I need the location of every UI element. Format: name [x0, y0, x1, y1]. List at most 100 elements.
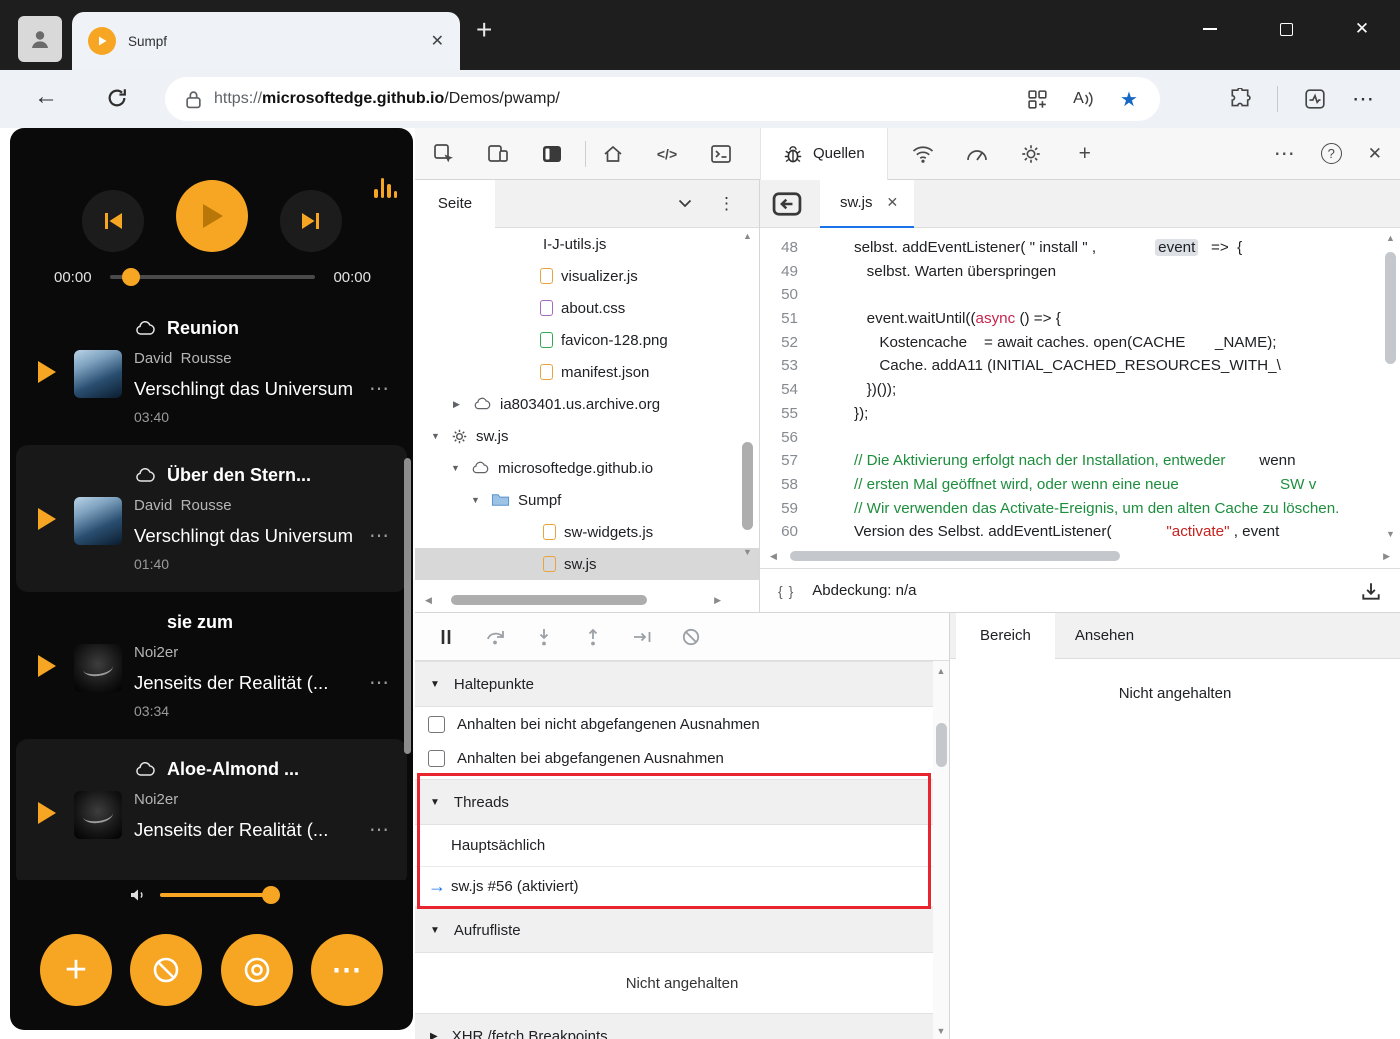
checkbox[interactable] [428, 715, 445, 733]
tree-vertical-scrollbar[interactable]: ▲ ▼ [740, 230, 755, 586]
tool-console-button[interactable] [706, 137, 736, 171]
tab-sources[interactable]: Quellen [760, 127, 888, 180]
tree-expand-icon[interactable]: ▼ [471, 495, 483, 505]
add-songs-button[interactable]: + [40, 934, 112, 1006]
scroll-down-icon[interactable]: ▼ [1386, 528, 1395, 540]
more-vert-icon[interactable]: ⋮ [692, 194, 759, 214]
line-number[interactable]: 54 [760, 378, 818, 402]
customize-devtools-button[interactable]: ⋯ [1274, 141, 1295, 166]
scroll-down-icon[interactable]: ▼ [937, 1025, 946, 1037]
url-text[interactable]: https://microsoftedge.github.io/Demos/pw… [214, 90, 1008, 108]
activity-bar-button[interactable] [537, 137, 567, 171]
line-number[interactable]: 52 [760, 331, 818, 355]
scroll-up-icon[interactable]: ▲ [937, 665, 946, 677]
tool-elements-button[interactable]: </> [652, 137, 682, 171]
file-tree-item[interactable]: ▼ microsoftedge.github.io [415, 452, 759, 484]
file-tree-item[interactable]: sw-widgets.js [415, 516, 759, 548]
inspect-button[interactable] [429, 137, 459, 171]
download-button[interactable] [1360, 581, 1382, 601]
visualizer-icon[interactable] [374, 176, 397, 198]
tab-close-icon[interactable]: ✕ [431, 31, 444, 51]
tool-network-button[interactable] [908, 137, 938, 171]
editor-horizontal-scrollbar[interactable]: ◀ ▶ [760, 544, 1400, 568]
scroll-down-icon[interactable]: ▼ [743, 546, 752, 558]
profile-avatar[interactable] [18, 16, 62, 62]
line-number[interactable]: 53 [760, 354, 818, 378]
song-menu-icon[interactable]: ⋯ [359, 670, 393, 695]
refresh-button[interactable] [106, 87, 128, 109]
site-info-icon[interactable] [185, 90, 202, 109]
step-into-button[interactable] [533, 626, 555, 648]
play-button[interactable] [175, 180, 248, 252]
new-tab-button[interactable]: + [476, 14, 492, 46]
breakpoint-option-caught[interactable]: Anhalten bei abgefangenen Ausnahmen [415, 741, 949, 775]
window-close-button[interactable]: ✕ [1324, 0, 1400, 58]
file-tree-item[interactable]: sw.js [415, 548, 759, 580]
song-menu-icon[interactable]: ⋯ [359, 817, 393, 842]
scrollbar-thumb[interactable] [935, 723, 947, 767]
line-number[interactable]: 57 [760, 449, 818, 473]
song-play-icon[interactable] [38, 801, 60, 824]
help-button[interactable]: ? [1320, 143, 1342, 164]
editor-tab-swjs[interactable]: sw.js ✕ [820, 179, 915, 228]
line-number[interactable]: 50 [760, 283, 818, 307]
extensions-button[interactable] [1229, 88, 1251, 110]
line-number[interactable]: 48 [760, 236, 818, 260]
editor-tab-close-icon[interactable]: ✕ [887, 194, 899, 211]
scrollbar-thumb[interactable] [451, 595, 647, 605]
add-tool-button[interactable]: + [1070, 137, 1100, 171]
file-tree-item[interactable]: ▼ sw.js [415, 420, 759, 452]
volume-slider[interactable] [160, 886, 281, 904]
seek-handle[interactable] [121, 268, 140, 286]
file-tree-item[interactable]: visualizer.js [415, 260, 759, 292]
tab-watch[interactable]: Ansehen [1075, 627, 1134, 644]
maximize-button[interactable] [1248, 0, 1324, 58]
section-threads[interactable]: ▼ Threads [415, 779, 949, 825]
device-toolbar-button[interactable] [483, 137, 513, 171]
scrollbar-thumb[interactable] [742, 442, 753, 530]
apps-button[interactable] [1020, 89, 1054, 110]
settings-more-button[interactable]: ⋯ [1352, 86, 1374, 112]
song-play-icon[interactable] [38, 360, 60, 383]
pause-button[interactable] [435, 626, 457, 648]
playlist-item[interactable]: Über den Stern... David Rousse Verschlin… [16, 445, 407, 592]
playlist-item[interactable]: Aloe-Almond ... Noi2er Jenseits der Real… [16, 739, 407, 880]
file-tree-item[interactable]: about.css [415, 292, 759, 324]
section-expand-icon[interactable]: ▼ [430, 797, 440, 808]
navigator-toggle-button[interactable] [772, 191, 802, 217]
line-number[interactable]: 55 [760, 402, 818, 426]
playlist-item[interactable]: sie zum Noi2er Jenseits der Realität (..… [16, 592, 407, 739]
thread-item-swjs[interactable]: → sw.js #56 (aktiviert) [415, 867, 949, 907]
song-menu-icon[interactable]: ⋯ [359, 523, 393, 548]
section-xhr-breakpoints[interactable]: ▶ XHR /fetch Breakpoints [415, 1013, 949, 1039]
browser-tab[interactable]: Sumpf ✕ [72, 12, 460, 70]
scroll-left-icon[interactable]: ◀ [425, 594, 432, 606]
scroll-up-icon[interactable]: ▲ [743, 230, 752, 242]
tab-scope[interactable]: Bereich [956, 612, 1055, 659]
song-play-icon[interactable] [38, 507, 60, 530]
line-number[interactable]: 51 [760, 307, 818, 331]
thread-item-main[interactable]: Hauptsächlich [415, 825, 949, 867]
playlist-scrollbar[interactable] [404, 458, 411, 754]
volume-icon[interactable] [128, 886, 148, 904]
minimize-button[interactable] [1172, 0, 1248, 58]
file-tree-item[interactable]: I-J-utils.js [415, 228, 759, 260]
record-button[interactable] [220, 934, 293, 1006]
tree-expand-icon[interactable]: ▼ [451, 463, 463, 473]
step-over-button[interactable] [484, 626, 506, 648]
scroll-right-icon[interactable]: ▶ [1383, 550, 1390, 562]
breakpoint-option-uncaught[interactable]: Anhalten bei nicht abgefangenen Ausnahme… [415, 707, 949, 741]
browser-essentials-button[interactable] [1304, 88, 1326, 110]
seek-slider[interactable] [109, 268, 316, 286]
tool-performance-button[interactable] [962, 137, 992, 171]
tool-home-button[interactable] [598, 137, 628, 171]
more-menu-button[interactable]: ⋯ [310, 934, 383, 1006]
section-callstack[interactable]: ▼ Aufrufliste [415, 907, 949, 953]
step-out-button[interactable] [582, 626, 604, 648]
scrollbar-thumb[interactable] [1385, 252, 1396, 364]
line-number[interactable]: 56 [760, 426, 818, 450]
deactivate-breakpoints-button[interactable] [680, 626, 702, 648]
tree-expand-icon[interactable]: ▶ [453, 399, 465, 410]
song-play-icon[interactable] [38, 654, 60, 677]
step-button[interactable] [631, 626, 653, 648]
